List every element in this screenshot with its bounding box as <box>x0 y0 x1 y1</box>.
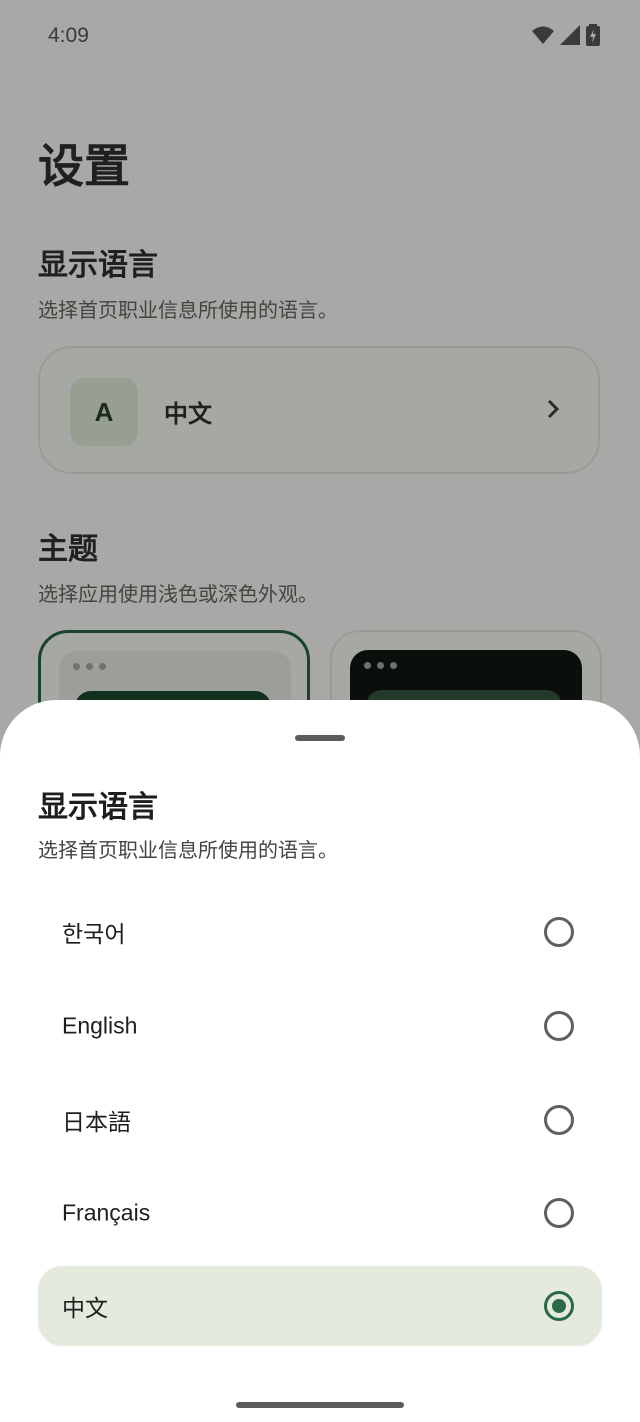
language-bottom-sheet: 显示语言 选择首页职业信息所使用的语言。 한국어 English 日本語 Fra… <box>0 700 640 1422</box>
signal-icon <box>560 25 580 45</box>
page-title: 设置 <box>38 139 130 193</box>
display-language-description: 选择首页职业信息所使用的语言。 <box>38 298 338 322</box>
language-option-english[interactable]: English <box>38 986 602 1066</box>
theme-title: 主题 <box>38 532 98 567</box>
language-avatar: A <box>70 378 138 446</box>
option-label: English <box>62 1012 138 1039</box>
language-option-japanese[interactable]: 日本語 <box>38 1080 602 1160</box>
window-dots <box>364 662 397 669</box>
radio-button[interactable] <box>544 1105 574 1135</box>
language-option-korean[interactable]: 한국어 <box>38 892 602 972</box>
current-language-label: 中文 <box>164 400 212 428</box>
language-option-french[interactable]: Français <box>38 1173 602 1253</box>
option-label: Français <box>62 1199 151 1226</box>
option-label: 한국어 <box>62 921 126 947</box>
display-language-card[interactable]: A 中文 <box>38 346 600 474</box>
status-time: 4:09 <box>48 24 89 47</box>
sheet-title: 显示语言 <box>38 790 158 825</box>
option-label: 日本語 <box>62 1109 131 1135</box>
display-language-title: 显示语言 <box>38 248 158 283</box>
radio-button[interactable] <box>544 917 574 947</box>
home-indicator[interactable] <box>236 1402 404 1408</box>
window-dots <box>73 663 106 670</box>
radio-button[interactable] <box>544 1011 574 1041</box>
radio-button[interactable] <box>544 1198 574 1228</box>
drag-handle[interactable] <box>295 735 345 741</box>
radio-button-selected[interactable] <box>544 1291 574 1321</box>
option-label: 中文 <box>62 1295 108 1321</box>
wifi-icon <box>532 26 554 44</box>
language-option-chinese[interactable]: 中文 <box>38 1266 602 1346</box>
status-bar: 4:09 <box>0 0 640 76</box>
theme-description: 选择应用使用浅色或深色外观。 <box>38 582 318 606</box>
battery-charging-icon <box>586 24 600 46</box>
chevron-right-icon <box>547 399 560 419</box>
sheet-description: 选择首页职业信息所使用的语言。 <box>38 838 338 862</box>
status-icons <box>532 24 600 46</box>
